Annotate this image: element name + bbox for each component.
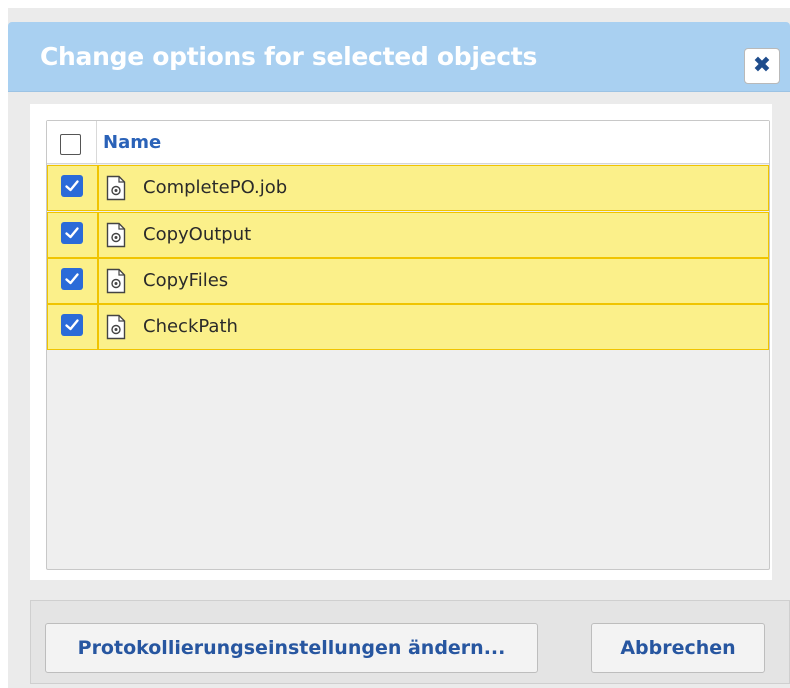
table-row[interactable]: CopyFiles	[47, 258, 769, 304]
row-checkbox[interactable]	[61, 268, 83, 290]
dialog-content: Name CompletePO.job CopyOutput CopyFiles…	[30, 104, 772, 580]
checkmark-icon	[65, 319, 79, 331]
close-icon: ✖	[752, 53, 772, 78]
objects-grid: Name CompletePO.job CopyOutput CopyFiles…	[46, 120, 770, 570]
row-label: CopyOutput	[143, 224, 252, 245]
change-options-dialog: Change options for selected objects ✖ Na…	[8, 8, 790, 688]
job-file-icon	[106, 175, 126, 201]
row-label: CompletePO.job	[143, 177, 288, 198]
table-row[interactable]: CheckPath	[47, 304, 769, 350]
table-row[interactable]: CompletePO.job	[47, 165, 769, 211]
job-file-icon	[106, 222, 126, 248]
job-file-icon	[106, 314, 126, 340]
dialog-footer: Protokollierungseinstellungen ändern... …	[30, 600, 790, 684]
row-checkbox[interactable]	[61, 175, 83, 197]
row-checkbox[interactable]	[61, 314, 83, 336]
change-log-settings-button[interactable]: Protokollierungseinstellungen ändern...	[45, 623, 538, 673]
column-separator	[97, 166, 99, 210]
close-button[interactable]: ✖	[744, 48, 780, 84]
column-separator	[97, 305, 99, 349]
column-separator	[96, 121, 97, 163]
job-file-icon	[106, 268, 126, 294]
row-label: CheckPath	[143, 316, 238, 337]
checkmark-icon	[65, 273, 79, 285]
dialog-title: Change options for selected objects	[40, 42, 538, 71]
grid-header: Name	[47, 121, 769, 164]
dialog-titlebar[interactable]: Change options for selected objects ✖	[8, 22, 790, 92]
table-row[interactable]: CopyOutput	[47, 212, 769, 258]
name-column-header[interactable]: Name	[103, 132, 161, 153]
row-label: CopyFiles	[143, 270, 229, 291]
row-checkbox[interactable]	[61, 222, 83, 244]
cancel-button[interactable]: Abbrechen	[591, 623, 765, 673]
column-separator	[97, 213, 99, 257]
column-separator	[97, 259, 99, 303]
checkmark-icon	[65, 227, 79, 239]
select-all-checkbox[interactable]	[60, 134, 81, 155]
checkmark-icon	[65, 180, 79, 192]
